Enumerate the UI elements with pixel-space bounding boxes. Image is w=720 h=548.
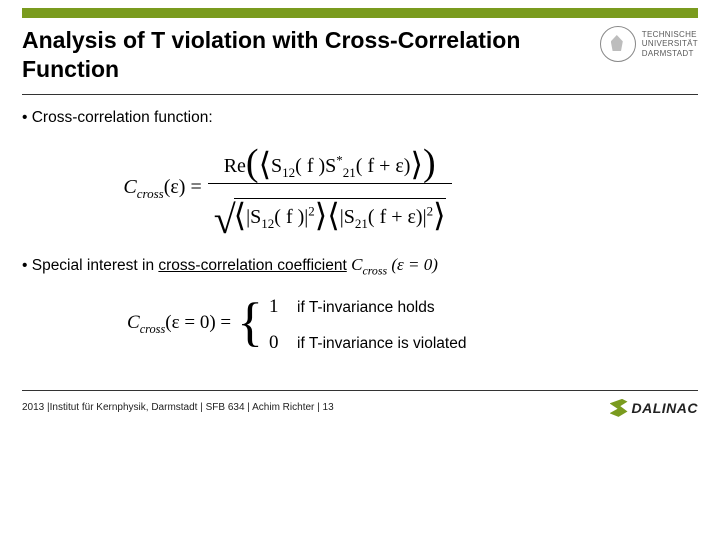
- footer-text: 2013 |Institut für Kernphysik, Darmstadt…: [22, 402, 334, 413]
- case-lhs: Ccross(ε = 0) =: [127, 312, 231, 337]
- footer-divider: [22, 390, 698, 391]
- case-options: 1 if T-invariance holds 0 if T-invarianc…: [269, 296, 466, 354]
- bullet-special-interest: • Special interest in cross-correlation …: [22, 255, 698, 278]
- case-invariance-violated: 0 if T-invariance is violated: [269, 332, 466, 354]
- facility-name: DALINAC: [632, 400, 699, 416]
- formula-denominator: √⟨|S12( f )|2⟩⟨|S21( f + ε)|2⟩: [208, 186, 452, 233]
- formula-fraction: Re(⟨S12( f )S*21( f + ε)⟩) √⟨|S12( f )|2…: [208, 145, 452, 233]
- slide-footer: 2013 |Institut für Kernphysik, Darmstadt…: [22, 399, 698, 417]
- brace-icon: {: [237, 301, 263, 344]
- slide-title: Analysis of T violation with Cross-Corre…: [22, 26, 600, 84]
- inst-line3: DARMSTADT: [642, 49, 698, 59]
- inst-line2: UNIVERSITÄT: [642, 39, 698, 49]
- inst-line1: TECHNISCHE: [642, 30, 698, 40]
- s-mark-icon: [610, 399, 628, 417]
- case1-text: if T-invariance holds: [297, 299, 435, 317]
- case-invariance-holds: 1 if T-invariance holds: [269, 296, 466, 318]
- facility-logo: DALINAC: [610, 399, 699, 417]
- formula-numerator: Re(⟨S12( f )S*21( f + ε)⟩): [218, 145, 442, 181]
- cross-correlation-formula: Ccross(ε) = Re(⟨S12( f )S*21( f + ε)⟩) √…: [123, 145, 596, 233]
- case0-text: if T-invariance is violated: [297, 335, 466, 353]
- bullet-cross-correlation: • Cross-correlation function:: [22, 109, 698, 127]
- university-seal-icon: [600, 26, 636, 62]
- accent-bar: [22, 8, 698, 18]
- header-divider: [22, 94, 698, 95]
- piecewise-definition: Ccross(ε = 0) = { 1 if T-invariance hold…: [127, 296, 698, 354]
- slide-body: • Cross-correlation function: Ccross(ε) …: [22, 109, 698, 354]
- formula-lhs: Ccross(ε) =: [123, 176, 201, 202]
- institution-logo: TECHNISCHE UNIVERSITÄT DARMSTADT: [600, 26, 698, 62]
- institution-text: TECHNISCHE UNIVERSITÄT DARMSTADT: [642, 30, 698, 59]
- slide-header: Analysis of T violation with Cross-Corre…: [22, 26, 698, 84]
